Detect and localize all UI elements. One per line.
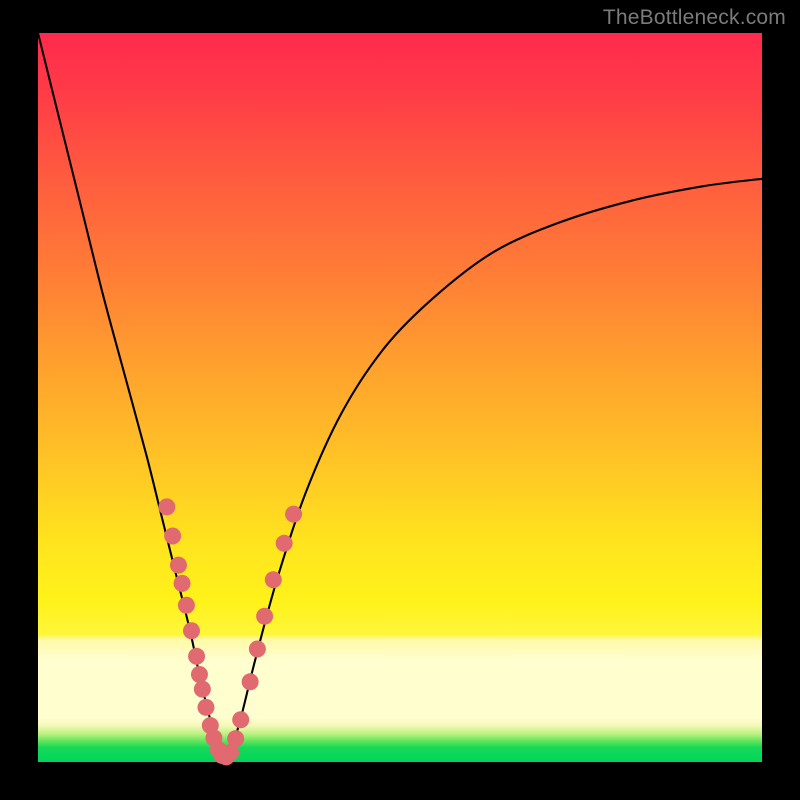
sample-dot <box>183 622 200 639</box>
sample-dot <box>276 535 293 552</box>
sample-dot <box>188 648 205 665</box>
sample-dot <box>197 699 214 716</box>
sample-dot <box>158 498 175 515</box>
sample-dot <box>194 681 211 698</box>
sample-dot <box>170 557 187 574</box>
plot-area <box>38 33 762 762</box>
sample-dot <box>178 597 195 614</box>
watermark-text: TheBottleneck.com <box>603 6 786 30</box>
curve-svg <box>38 33 762 762</box>
sample-dot <box>174 575 191 592</box>
chart-frame: TheBottleneck.com <box>0 0 800 800</box>
sample-dot <box>164 528 181 545</box>
sample-dots <box>158 498 302 765</box>
sample-dot <box>249 641 266 658</box>
bottleneck-curve <box>38 33 762 759</box>
sample-dot <box>227 730 244 747</box>
sample-dot <box>242 673 259 690</box>
sample-dot <box>285 506 302 523</box>
sample-dot <box>232 711 249 728</box>
sample-dot <box>256 608 273 625</box>
sample-dot <box>191 666 208 683</box>
sample-dot <box>265 571 282 588</box>
